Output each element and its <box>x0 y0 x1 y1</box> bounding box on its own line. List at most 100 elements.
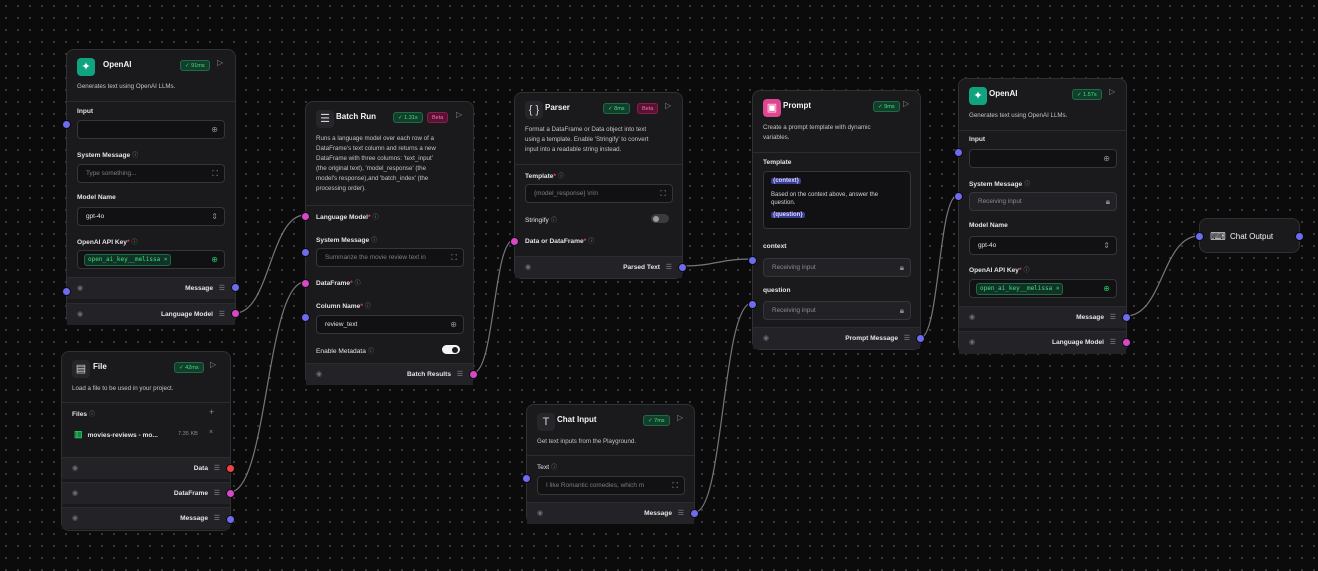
expand-icon[interactable]: ⛶ <box>672 477 678 494</box>
desc-line: using a template. Enable 'Stringify' to … <box>525 136 649 143</box>
output-handle-message[interactable] <box>1295 232 1304 241</box>
text-input[interactable]: I like Romantic comedies, which m ⛶ <box>537 476 685 495</box>
node-description: Generates text using OpenAI LLMs. <box>77 83 176 90</box>
file-item[interactable]: ▥ movies-reviews - mo... <box>74 429 158 440</box>
eye-icon[interactable]: ◉ <box>763 334 769 342</box>
add-file-icon[interactable]: + <box>209 407 214 417</box>
openai-node[interactable]: ✦ OpenAI ✓ 91ms ▷ Generates text using O… <box>62 49 240 325</box>
run-icon[interactable]: ▷ <box>210 360 216 369</box>
run-icon[interactable]: ▷ <box>665 101 671 110</box>
openai-node-2[interactable]: ✦ OpenAI ✓ 1.57s ▷ Generates text using … <box>954 78 1131 354</box>
enable-metadata-toggle[interactable] <box>442 345 460 354</box>
input-handle-system-message[interactable] <box>954 192 963 201</box>
column-name-text: Column Name <box>316 303 361 310</box>
globe-icon[interactable]: ⊕ <box>211 251 218 268</box>
input-handle[interactable] <box>62 120 71 129</box>
batch-run-node[interactable]: ☰ Batch Run ✓ 1.31s Beta ▷ Runs a langua… <box>301 101 478 385</box>
input-field[interactable]: ⊕ <box>969 149 1117 168</box>
input-handle-system-message[interactable] <box>301 248 310 257</box>
output-handle-parsed-text[interactable] <box>678 263 687 272</box>
eye-icon[interactable]: ◉ <box>537 509 543 517</box>
output-handle-dataframe[interactable] <box>226 489 235 498</box>
input-handle-column-name[interactable] <box>301 313 310 322</box>
api-key-field[interactable]: open_ai_key__melissa × ⊕ <box>77 250 225 269</box>
expand-icon[interactable]: ⛶ <box>660 185 666 202</box>
system-message-input[interactable]: Summarize the movie review text in ⛶ <box>316 248 464 267</box>
api-key-chip[interactable]: open_ai_key__melissa × <box>976 283 1064 295</box>
input-field[interactable]: ⊕ <box>77 120 225 139</box>
stringify-text: Stringify <box>525 217 549 224</box>
list-filter-icon[interactable]: ☰ <box>1110 338 1116 346</box>
desc-line: DataFrame with three columns: 'text_inpu… <box>316 155 433 162</box>
input-handle[interactable] <box>522 474 531 483</box>
globe-icon[interactable]: ⊕ <box>1103 150 1110 167</box>
column-name-input[interactable]: review_text ⊕ <box>316 315 464 334</box>
prompt-node[interactable]: ▣ Prompt ✓ 9ms ▷ Create a prompt templat… <box>748 90 925 350</box>
globe-icon[interactable]: ⊕ <box>211 121 218 138</box>
input-handle-dataframe[interactable] <box>301 279 310 288</box>
api-key-field[interactable]: open_ai_key__melissa × ⊕ <box>969 279 1117 298</box>
expand-icon[interactable]: ⛶ <box>451 249 457 266</box>
list-filter-icon[interactable]: ☰ <box>214 464 220 472</box>
language-model-text: Language Model <box>316 214 369 221</box>
list-filter-icon[interactable]: ☰ <box>219 284 225 292</box>
input-handle-question[interactable] <box>748 300 757 309</box>
list-filter-icon[interactable]: ☰ <box>904 334 910 342</box>
list-filter-icon[interactable]: ☰ <box>678 509 684 517</box>
output-handle-data[interactable] <box>226 464 235 473</box>
model-name-select[interactable]: gpt-4o ⇕ <box>969 236 1117 255</box>
stringify-toggle[interactable] <box>651 214 669 223</box>
expand-icon[interactable]: ⛶ <box>212 165 218 182</box>
run-icon[interactable]: ▷ <box>677 413 683 422</box>
eye-icon[interactable]: ◉ <box>525 263 531 271</box>
input-handle-context[interactable] <box>748 256 757 265</box>
globe-icon[interactable]: ⊕ <box>1103 280 1110 297</box>
run-icon[interactable]: ▷ <box>1109 87 1115 96</box>
input-handle[interactable] <box>954 148 963 157</box>
stringify-label: Stringify ⓘ <box>525 215 557 224</box>
output-handle-language-model[interactable] <box>231 309 240 318</box>
globe-icon[interactable]: ⊕ <box>450 316 457 333</box>
output-handle-message[interactable] <box>226 515 235 524</box>
output-handle-message[interactable] <box>1122 313 1131 322</box>
output-handle-prompt-message[interactable] <box>916 334 925 343</box>
eye-icon[interactable]: ◉ <box>77 284 83 292</box>
template-input[interactable]: {model_response} \n\n ⛶ <box>525 184 673 203</box>
chat-output-node[interactable]: ⌨ Chat Output <box>1195 218 1304 253</box>
eye-icon[interactable]: ◉ <box>77 310 83 318</box>
list-filter-icon[interactable]: ☰ <box>666 263 672 271</box>
input-handle-data[interactable] <box>510 237 519 246</box>
output-handle-message[interactable] <box>690 509 699 518</box>
data-or-dataframe-label: Data or DataFrame* ⓘ <box>525 238 595 245</box>
list-filter-icon[interactable]: ☰ <box>214 514 220 522</box>
eye-icon[interactable]: ◉ <box>969 313 975 321</box>
run-icon[interactable]: ▷ <box>456 110 462 119</box>
chat-input-node[interactable]: T Chat Input ✓ 7ms ▷ Get text inputs fro… <box>522 404 699 524</box>
list-filter-icon[interactable]: ☰ <box>214 489 220 497</box>
input-handle-language-model[interactable] <box>301 212 310 221</box>
file-node[interactable]: ▤ File ✓ 42ms ▷ Load a file to be used i… <box>61 351 235 531</box>
system-message-input[interactable]: Type something... ⛶ <box>77 164 225 183</box>
files-label: Files ⓘ <box>72 409 95 418</box>
list-filter-icon[interactable]: ☰ <box>219 310 225 318</box>
question-input: Receiving input 🔒︎ <box>763 301 911 320</box>
input-handle[interactable] <box>1195 232 1204 241</box>
list-filter-icon[interactable]: ☰ <box>457 370 463 378</box>
eye-icon[interactable]: ◉ <box>72 489 78 497</box>
list-filter-icon[interactable]: ☰ <box>1110 313 1116 321</box>
template-editor[interactable]: {context} Based on the context above, an… <box>763 171 911 229</box>
run-icon[interactable]: ▷ <box>217 58 223 67</box>
model-name-select[interactable]: gpt-4o ⇕ <box>77 207 225 226</box>
eye-icon[interactable]: ◉ <box>72 464 78 472</box>
eye-icon[interactable]: ◉ <box>969 338 975 346</box>
eye-icon[interactable]: ◉ <box>316 370 322 378</box>
eye-icon[interactable]: ◉ <box>72 514 78 522</box>
remove-file-icon[interactable]: × <box>209 429 213 436</box>
parser-node[interactable]: { } Parser ✓ 8ms Beta ▷ Format a DataFra… <box>510 92 687 279</box>
output-handle-message[interactable] <box>231 283 240 292</box>
input-handle[interactable] <box>62 287 71 296</box>
output-handle-language-model[interactable] <box>1122 338 1131 347</box>
api-key-chip[interactable]: open_ai_key__melissa × <box>84 254 172 266</box>
run-icon[interactable]: ▷ <box>903 99 909 108</box>
output-handle-batch-results[interactable] <box>469 370 478 379</box>
